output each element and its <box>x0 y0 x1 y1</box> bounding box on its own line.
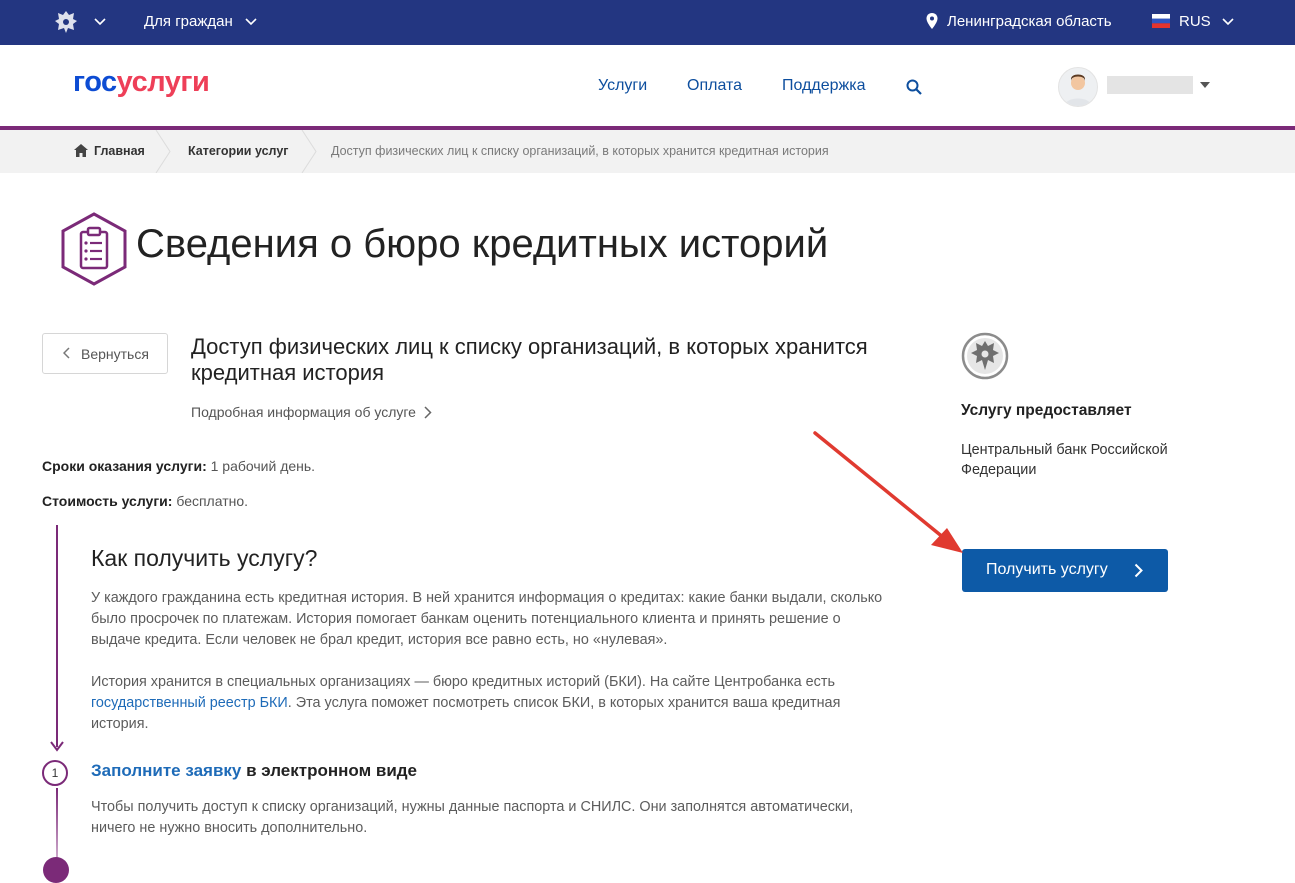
central-bank-emblem-icon <box>961 332 1009 380</box>
service-term-label: Сроки оказания услуги: <box>42 458 207 474</box>
step-title: Заполните заявку в электронном виде <box>91 761 417 781</box>
step-title-rest: в электронном виде <box>241 761 418 780</box>
how-to-paragraph-registry: История хранится в специальных организац… <box>91 672 891 735</box>
service-term-value: 1 рабочий день. <box>206 458 316 474</box>
service-cost-label: Стоимость услуги: <box>42 493 173 509</box>
provider-name: Центральный банк Российской Федерации <box>961 442 1168 478</box>
breadcrumb-separator <box>155 130 171 173</box>
service-term: Сроки оказания услуги: 1 рабочий день. <box>42 458 315 474</box>
username-redacted[interactable] <box>1107 76 1193 94</box>
logo-part-gos: гос <box>73 66 117 98</box>
get-service-button-label: Получить услугу <box>986 561 1108 578</box>
paragraph-text: История хранится в специальных организац… <box>91 674 835 690</box>
home-icon[interactable] <box>74 144 88 157</box>
breadcrumb-categories[interactable]: Категории услуг <box>188 144 289 158</box>
step-number: 1 <box>42 760 68 786</box>
clipboard-hexagon-icon <box>61 212 127 286</box>
service-cost: Стоимость услуги: бесплатно. <box>42 493 248 509</box>
back-button-label: Вернуться <box>81 346 149 362</box>
russia-flag-icon <box>1152 14 1170 28</box>
arrow-down-icon <box>50 741 64 752</box>
caret-down-icon[interactable] <box>1200 81 1210 89</box>
user-avatar-icon <box>1065 74 1091 106</box>
more-info-link[interactable]: Подробная информация об услуге <box>191 404 416 420</box>
service-title: Доступ физических лиц к списку организац… <box>191 334 868 385</box>
chevron-down-icon[interactable] <box>1221 14 1235 28</box>
search-icon[interactable] <box>905 78 923 96</box>
page-title: Сведения о бюро кредитных историй <box>136 222 829 266</box>
step-marker <box>43 857 69 883</box>
timeline-line <box>56 525 58 747</box>
chevron-right-icon <box>1134 563 1143 578</box>
coat-of-arms-icon[interactable] <box>52 8 80 36</box>
chevron-right-icon[interactable] <box>424 406 432 419</box>
chevron-down-icon[interactable] <box>244 14 258 28</box>
nav-support[interactable]: Поддержка <box>782 77 865 95</box>
language-selector[interactable]: RUS <box>1179 13 1211 30</box>
breadcrumb: Главная Категории услуг Доступ физически… <box>0 130 1295 173</box>
timeline-line <box>56 788 58 858</box>
top-bar: Для граждан Ленинградская область RUS <box>0 0 1295 45</box>
chevron-left-icon <box>63 347 70 359</box>
avatar[interactable] <box>1058 67 1098 107</box>
back-button[interactable]: Вернуться <box>42 333 168 374</box>
nav-services[interactable]: Услуги <box>598 77 647 95</box>
breadcrumb-separator <box>301 130 317 173</box>
service-cost-value: бесплатно. <box>172 493 249 509</box>
breadcrumb-current: Доступ физических лиц к списку организац… <box>331 144 829 158</box>
nav-payment[interactable]: Оплата <box>687 77 742 95</box>
gosuslugi-logo[interactable]: госуслуги <box>73 66 210 99</box>
step-description: Чтобы получить доступ к списку организац… <box>91 799 854 836</box>
get-service-button[interactable]: Получить услугу <box>962 549 1168 592</box>
chevron-down-icon[interactable] <box>93 14 107 28</box>
location-pin-icon <box>926 13 938 29</box>
region-selector[interactable]: Ленинградская область <box>947 13 1112 30</box>
how-to-paragraph: У каждого гражданина есть кредитная исто… <box>91 590 883 648</box>
audience-selector[interactable]: Для граждан <box>144 13 233 30</box>
breadcrumb-home[interactable]: Главная <box>94 144 145 158</box>
provider-label: Услугу предоставляет <box>961 402 1132 419</box>
bki-registry-link[interactable]: государственный реестр БКИ <box>91 695 288 711</box>
logo-part-uslugi: услуги <box>116 66 210 98</box>
fill-application-link[interactable]: Заполните заявку <box>91 761 241 780</box>
how-to-title: Как получить услугу? <box>91 545 318 571</box>
